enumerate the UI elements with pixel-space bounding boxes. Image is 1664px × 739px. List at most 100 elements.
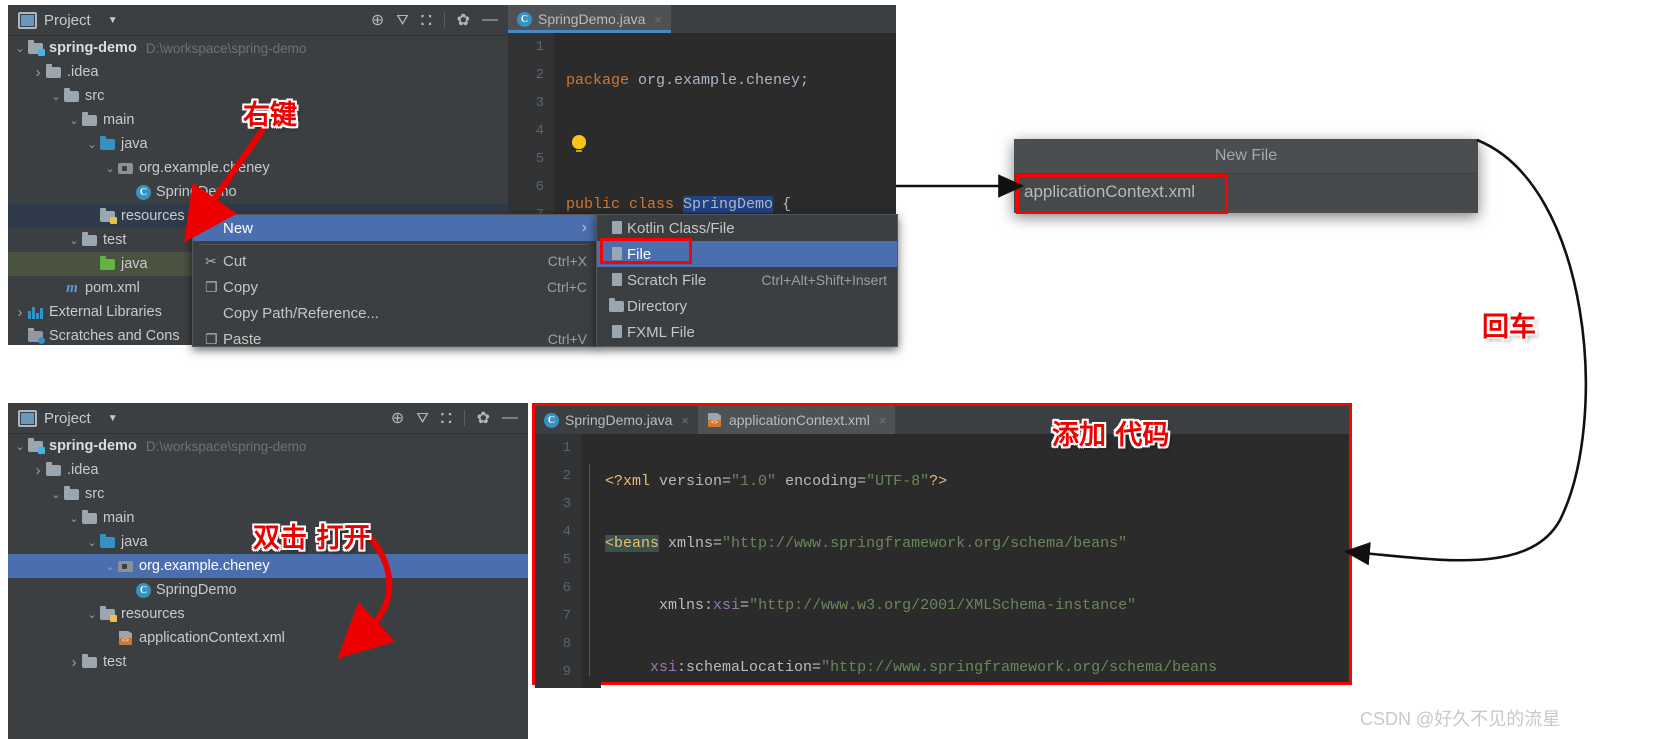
settings-icon[interactable]: ✿ <box>457 10 470 30</box>
java-class-icon: C <box>136 184 151 200</box>
project-panel-title-group[interactable]: Project ▼ <box>18 11 118 29</box>
menu-item-shortcut: Ctrl+C <box>546 279 587 295</box>
tree-item-label: resources <box>121 606 185 622</box>
line-number: 2 <box>562 468 571 484</box>
chevron-right-icon[interactable]: › <box>30 64 46 81</box>
tab-springdemo-java[interactable]: C SpringDemo.java × <box>535 406 698 434</box>
line-number: 2 <box>535 67 544 83</box>
intention-bulb-icon[interactable] <box>572 135 586 153</box>
line-number: 5 <box>535 151 544 167</box>
chevron-down-icon[interactable]: ⌄ <box>102 162 118 175</box>
folder-icon <box>64 88 80 104</box>
folder-icon <box>82 232 98 248</box>
code-line-2 <box>566 129 896 157</box>
expand-all-icon[interactable]: ⛛ <box>416 410 429 427</box>
chevron-down-icon[interactable]: ⌄ <box>84 608 100 621</box>
tab-applicationcontext-xml[interactable]: <> applicationContext.xml × <box>697 406 896 434</box>
locate-icon[interactable]: ⊕ <box>371 10 384 30</box>
menu-item-label: Directory <box>627 297 688 315</box>
tree-item-org-example-cheney[interactable]: ⌄ org.example.cheney <box>8 156 508 180</box>
resource-folder-icon <box>100 606 117 622</box>
tab-springdemo-java[interactable]: C SpringDemo.java × <box>508 5 671 33</box>
chevron-right-icon[interactable]: › <box>66 654 82 671</box>
context-menu[interactable]: New › ✂ Cut Ctrl+X ❐ Copy Ctrl+C Copy Path/Refer… <box>192 214 598 348</box>
tree-item-label: spring-demo <box>49 40 137 56</box>
chevron-down-icon[interactable]: ⌄ <box>102 560 118 573</box>
line-number: 4 <box>562 524 571 540</box>
close-icon[interactable]: × <box>654 12 662 27</box>
line-number: 5 <box>562 552 571 568</box>
chevron-down-icon[interactable]: ⌄ <box>66 234 82 247</box>
line-number: 1 <box>562 440 571 456</box>
collapse-all-icon[interactable]: ⛚ <box>441 410 452 427</box>
test-source-folder-icon <box>100 256 116 272</box>
tree-item-src[interactable]: ⌄ src <box>8 482 528 506</box>
line-number: 3 <box>562 496 571 512</box>
fold-gutter[interactable] <box>581 434 601 688</box>
menu-item-directory[interactable]: Directory <box>597 293 897 319</box>
tree-item-java[interactable]: ⌄ java <box>8 132 508 156</box>
chevron-down-icon[interactable]: ▼ <box>108 15 118 26</box>
tree-item-idea[interactable]: › .idea <box>8 458 528 482</box>
collapse-all-icon[interactable]: ⛚ <box>421 12 432 29</box>
folder-icon <box>82 510 98 526</box>
chevron-down-icon[interactable]: ⌄ <box>48 90 64 103</box>
menu-item-scratch-file[interactable]: Scratch File Ctrl+Alt+Shift+Insert <box>597 267 897 293</box>
minimize-icon[interactable]: — <box>502 409 518 427</box>
scratches-icon <box>28 328 45 344</box>
copy-icon: ❐ <box>205 279 218 295</box>
bottom-editor: C SpringDemo.java × <> applicationContex… <box>532 403 1352 688</box>
tree-item-springdemo[interactable]: C SpringDemo <box>8 180 508 204</box>
fxml-file-icon <box>607 324 627 340</box>
tree-item-idea[interactable]: › .idea <box>8 60 508 84</box>
locate-icon[interactable]: ⊕ <box>391 408 404 428</box>
menu-item-fxml-file[interactable]: FXML File <box>597 319 897 345</box>
line-number: 3 <box>535 95 544 111</box>
chevron-down-icon[interactable]: ⌄ <box>12 42 28 55</box>
tree-item-org-example-cheney[interactable]: ⌄ org.example.cheney <box>8 554 528 578</box>
toolbar-divider <box>463 410 465 426</box>
tree-item-label: test <box>103 232 127 248</box>
source-folder-icon <box>100 534 116 550</box>
expand-all-icon[interactable]: ⛛ <box>396 12 409 29</box>
close-icon[interactable]: × <box>681 413 689 428</box>
minimize-icon[interactable]: — <box>482 11 498 29</box>
tree-item-label: java <box>121 136 148 152</box>
chevron-down-icon[interactable]: ⌄ <box>12 440 28 453</box>
annotation-add-code: 添加 代码 <box>1052 420 1170 451</box>
menu-item-cut[interactable]: ✂ Cut Ctrl+X <box>193 248 597 274</box>
folder-icon <box>46 462 62 478</box>
menu-item-copy[interactable]: ❐ Copy Ctrl+C <box>193 274 597 300</box>
tree-item-label: Scratches and Cons <box>49 328 180 344</box>
menu-item-paste[interactable]: ❐ Paste Ctrl+V <box>193 326 597 352</box>
new-submenu[interactable]: Kotlin Class/File File Scratch File Ctrl+Al… <box>596 214 898 347</box>
tree-item-spring-demo[interactable]: ⌄ spring-demo D:\workspace\spring-demo <box>8 434 528 458</box>
xml-line-2: <beans xmlns="http://www.springframework… <box>605 535 1128 552</box>
menu-item-new[interactable]: New › <box>193 215 597 241</box>
tree-item-test[interactable]: › test <box>8 650 528 674</box>
tree-item-label: src <box>85 88 105 104</box>
tree-item-applicationcontext-xml[interactable]: <> applicationContext.xml <box>8 626 528 650</box>
xml-line-1: <?xml version="1.0" encoding="UTF-8"?> <box>605 473 948 490</box>
chevron-down-icon[interactable]: ⌄ <box>84 138 100 151</box>
settings-icon[interactable]: ✿ <box>477 408 490 428</box>
chevron-down-icon[interactable]: ⌄ <box>66 512 82 525</box>
menu-item-copy-path-reference[interactable]: Copy Path/Reference... <box>193 300 597 326</box>
chevron-down-icon[interactable]: ⌄ <box>84 536 100 549</box>
chevron-down-icon[interactable]: ⌄ <box>66 114 82 127</box>
toolbar-divider <box>443 12 445 28</box>
tree-item-resources[interactable]: ⌄ resources <box>8 602 528 626</box>
chevron-right-icon[interactable]: › <box>12 304 28 321</box>
project-window-icon <box>18 409 37 427</box>
tree-item-label: spring-demo <box>49 438 137 454</box>
clipboard-icon: ❐ <box>203 331 223 347</box>
close-icon[interactable]: × <box>879 413 887 428</box>
tree-item-spring-demo[interactable]: ⌄ spring-demo D:\workspace\spring-demo <box>8 36 508 60</box>
bottom-editor-code[interactable]: <?xml version="1.0" encoding="UTF-8"?> <… <box>601 434 1349 688</box>
chevron-right-icon[interactable]: › <box>30 462 46 479</box>
tree-item-springdemo[interactable]: C SpringDemo <box>8 578 528 602</box>
chevron-down-icon[interactable]: ⌄ <box>48 488 64 501</box>
tree-item-label: test <box>103 654 127 670</box>
chevron-down-icon[interactable]: ▼ <box>108 413 118 424</box>
bottom-project-panel-title-group[interactable]: Project ▼ <box>18 409 118 427</box>
